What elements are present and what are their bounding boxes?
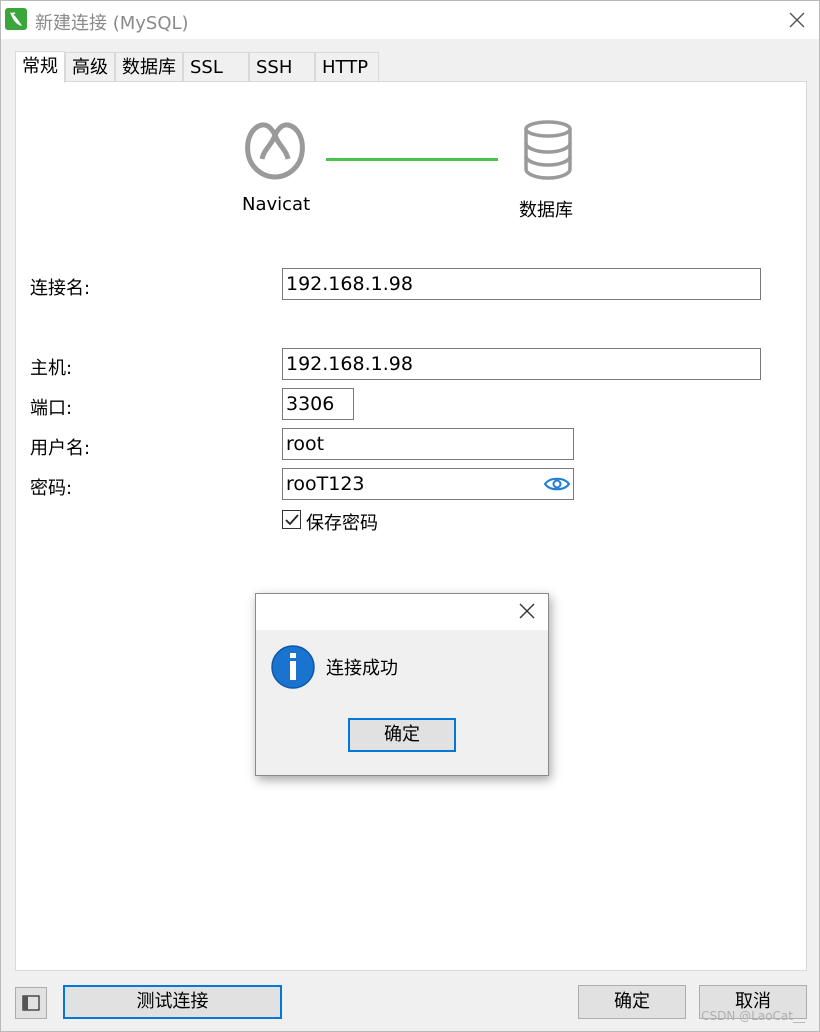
database-label: 数据库 bbox=[519, 200, 573, 221]
window-close-button[interactable] bbox=[783, 7, 811, 33]
tab-ssl[interactable]: SSL bbox=[183, 52, 249, 83]
host-label: 主机: bbox=[30, 358, 73, 379]
tab-strip: 常规 高级 数据库 SSL SSH HTTP bbox=[15, 51, 379, 83]
dialog-message: 连接成功 bbox=[326, 658, 398, 679]
dialog-close-icon[interactable] bbox=[518, 602, 536, 620]
port-input[interactable]: 3306 bbox=[282, 388, 354, 420]
dialog-title-bar bbox=[256, 594, 548, 630]
navicat-app-icon bbox=[5, 8, 27, 30]
dialog-ok-button[interactable]: 确定 bbox=[348, 718, 456, 752]
password-label: 密码: bbox=[30, 478, 73, 499]
password-value: rooT123 bbox=[286, 473, 365, 495]
ok-button[interactable]: 确定 bbox=[578, 985, 686, 1019]
watermark-text: CSDN @LaoCat__ bbox=[701, 1009, 805, 1023]
tab-http[interactable]: HTTP bbox=[315, 52, 379, 83]
connection-name-input[interactable]: 192.168.1.98 bbox=[282, 268, 761, 300]
connection-link-line bbox=[326, 158, 498, 161]
footer-bar: 测试连接 确定 取消 CSDN @LaoCat__ bbox=[1, 973, 819, 1031]
save-password-label: 保存密码 bbox=[306, 513, 378, 534]
test-connection-button[interactable]: 测试连接 bbox=[63, 985, 282, 1019]
close-icon bbox=[789, 12, 805, 28]
connection-window: 新建连接 (MySQL) 常规 高级 数据库 SSL SSH HTTP Navi… bbox=[0, 0, 820, 1032]
window-title: 新建连接 (MySQL) bbox=[35, 13, 189, 34]
info-icon bbox=[271, 645, 315, 689]
password-input[interactable]: rooT123 bbox=[282, 468, 574, 500]
save-password-checkbox[interactable] bbox=[282, 510, 301, 529]
tab-databases[interactable]: 数据库 bbox=[115, 52, 183, 83]
port-label: 端口: bbox=[30, 398, 73, 419]
tab-general[interactable]: 常规 bbox=[15, 51, 65, 83]
connection-name-label: 连接名: bbox=[30, 278, 91, 299]
general-panel: Navicat 数据库 连接名: 192.168.1.98 主机: 192.16… bbox=[15, 81, 807, 971]
navicat-logo-icon bbox=[245, 122, 305, 180]
title-bar: 新建连接 (MySQL) bbox=[1, 1, 819, 39]
show-password-eye-icon[interactable] bbox=[543, 474, 571, 494]
sidebar-toggle-button[interactable] bbox=[15, 987, 47, 1019]
tab-advanced[interactable]: 高级 bbox=[65, 52, 115, 83]
navicat-label: Navicat bbox=[242, 194, 311, 215]
checkmark-icon bbox=[285, 514, 299, 526]
tab-ssh[interactable]: SSH bbox=[249, 52, 315, 83]
sidebar-toggle-icon bbox=[22, 995, 40, 1011]
host-input[interactable]: 192.168.1.98 bbox=[282, 348, 761, 380]
success-dialog: 连接成功 确定 bbox=[255, 593, 549, 776]
username-input[interactable]: root bbox=[282, 428, 574, 460]
database-icon bbox=[524, 120, 572, 180]
username-label: 用户名: bbox=[30, 438, 91, 459]
